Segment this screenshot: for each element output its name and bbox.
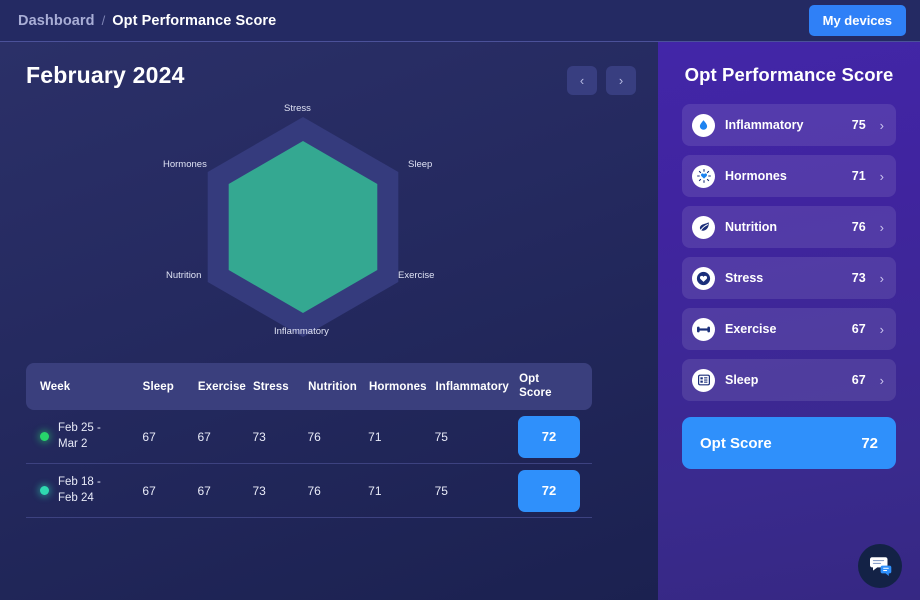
table-row[interactable]: Feb 25 -Mar 2 67 67 73 76 71 75 72	[26, 410, 592, 464]
main-header-row: February 2024 ‹ ›	[26, 62, 636, 95]
table-row[interactable]: Feb 18 -Feb 24 67 67 73 76 71 75 72	[26, 464, 592, 518]
cell-inflammatory: 75	[435, 430, 518, 444]
column-header-hormones: Hormones	[369, 381, 436, 393]
cell-hormones: 71	[368, 484, 434, 498]
chevron-right-icon[interactable]: ›	[880, 221, 884, 234]
sidebar-item-inflammatory[interactable]: Inflammatory 75 ›	[682, 104, 896, 146]
chevron-right-icon[interactable]: ›	[880, 170, 884, 183]
month-nav: ‹ ›	[567, 62, 636, 95]
cell-nutrition: 76	[307, 430, 368, 444]
sidebar-item-value: 67	[852, 322, 866, 336]
radar-axis-label-exercise: Exercise	[398, 270, 434, 281]
heart-shield-icon	[692, 267, 715, 290]
column-header-inflammatory: Inflammatory	[435, 381, 519, 393]
column-header-nutrition: Nutrition	[308, 381, 369, 393]
sidebar-item-label: Nutrition	[725, 220, 852, 234]
breadcrumb-separator: /	[102, 13, 106, 28]
status-dot	[40, 432, 49, 441]
cell-stress: 73	[252, 484, 307, 498]
prev-month-button[interactable]: ‹	[567, 66, 597, 95]
main-panel: February 2024 ‹ › Stress Sleep Exercise …	[0, 42, 658, 600]
sleep-bed-icon	[692, 369, 715, 392]
week-range-label: Feb 18 -Feb 24	[58, 475, 101, 505]
sidebar-item-value: 73	[852, 271, 866, 285]
chevron-right-icon[interactable]: ›	[880, 374, 884, 387]
cell-inflammatory: 75	[435, 484, 518, 498]
dumbbell-icon	[692, 318, 715, 341]
my-devices-button[interactable]: My devices	[809, 5, 906, 36]
cell-hormones: 71	[368, 430, 434, 444]
sidebar-item-value: 76	[852, 220, 866, 234]
chevron-right-icon[interactable]: ›	[880, 119, 884, 132]
sidebar-item-value: 67	[852, 373, 866, 387]
sidebar-item-nutrition[interactable]: Nutrition 76 ›	[682, 206, 896, 248]
sidebar-panel: Opt Performance Score Inflammatory 75 ›	[658, 42, 920, 600]
radar-chart: Stress Sleep Exercise Inflammatory Nutri…	[26, 103, 636, 361]
column-header-sleep: Sleep	[143, 381, 198, 393]
sidebar-item-label: Stress	[725, 271, 852, 285]
cell-week: Feb 25 -Mar 2	[40, 421, 142, 451]
sidebar-item-label: Hormones	[725, 169, 852, 183]
radar-chart-svg	[26, 103, 636, 361]
opt-score-badge[interactable]: 72	[518, 470, 580, 512]
cell-sleep: 67	[142, 430, 197, 444]
cell-opt-score: 72	[518, 470, 580, 512]
sidebar-item-exercise[interactable]: Exercise 67 ›	[682, 308, 896, 350]
radar-axis-label-nutrition: Nutrition	[166, 270, 201, 281]
breadcrumb-dashboard-link[interactable]: Dashboard	[18, 13, 95, 29]
chat-bubbles-icon	[868, 555, 893, 578]
column-header-stress: Stress	[253, 381, 308, 393]
opt-score-card[interactable]: Opt Score 72	[682, 417, 896, 469]
table-header-row: Week Sleep Exercise Stress Nutrition Hor…	[26, 363, 592, 410]
sidebar-title: Opt Performance Score	[682, 64, 896, 86]
chat-support-button[interactable]	[858, 544, 902, 588]
opt-score-label: Opt Score	[700, 435, 861, 452]
cell-nutrition: 76	[307, 484, 368, 498]
app-root: chevron-left-icon Dashboard / Opt Perfor…	[0, 0, 920, 600]
radar-axis-label-hormones: Hormones	[163, 159, 207, 170]
breadcrumb: chevron-left-icon Dashboard / Opt Perfor…	[10, 13, 276, 29]
sidebar-item-sleep[interactable]: Sleep 67 ›	[682, 359, 896, 401]
cell-stress: 73	[252, 430, 307, 444]
sidebar-item-hormones[interactable]: Hormones 71 ›	[682, 155, 896, 197]
column-header-week: Week	[40, 381, 143, 393]
cell-week: Feb 18 -Feb 24	[40, 475, 142, 505]
sidebar-item-label: Sleep	[725, 373, 852, 387]
top-header: chevron-left-icon Dashboard / Opt Perfor…	[0, 0, 920, 42]
chevron-right-icon[interactable]: ›	[880, 323, 884, 336]
column-header-exercise: Exercise	[198, 381, 253, 393]
water-drop-icon	[692, 114, 715, 137]
sidebar-item-label: Exercise	[725, 322, 852, 336]
sidebar-item-stress[interactable]: Stress 73 ›	[682, 257, 896, 299]
sidebar-item-label: Inflammatory	[725, 118, 852, 132]
weekly-scores-table: Week Sleep Exercise Stress Nutrition Hor…	[26, 363, 592, 518]
sidebar-item-value: 71	[852, 169, 866, 183]
radar-axis-label-stress: Stress	[284, 103, 311, 114]
radar-axis-label-inflammatory: Inflammatory	[274, 326, 329, 337]
status-dot	[40, 486, 49, 495]
breadcrumb-current: Opt Performance Score	[112, 13, 276, 29]
week-range-label: Feb 25 -Mar 2	[58, 421, 101, 451]
cell-opt-score: 72	[518, 416, 580, 458]
cell-sleep: 67	[142, 484, 197, 498]
page-title: February 2024	[26, 62, 185, 89]
column-header-opt-score: OptScore	[519, 373, 580, 401]
next-month-button[interactable]: ›	[606, 66, 636, 95]
cell-exercise: 67	[197, 430, 252, 444]
opt-score-value: 72	[861, 435, 878, 452]
sidebar-item-value: 75	[852, 118, 866, 132]
nutrition-leaf-icon	[692, 216, 715, 239]
cell-exercise: 67	[197, 484, 252, 498]
radar-axis-label-sleep: Sleep	[408, 159, 432, 170]
opt-score-badge[interactable]: 72	[518, 416, 580, 458]
chevron-right-icon[interactable]: ›	[880, 272, 884, 285]
page-body: February 2024 ‹ › Stress Sleep Exercise …	[0, 42, 920, 600]
hormone-burst-icon	[692, 165, 715, 188]
